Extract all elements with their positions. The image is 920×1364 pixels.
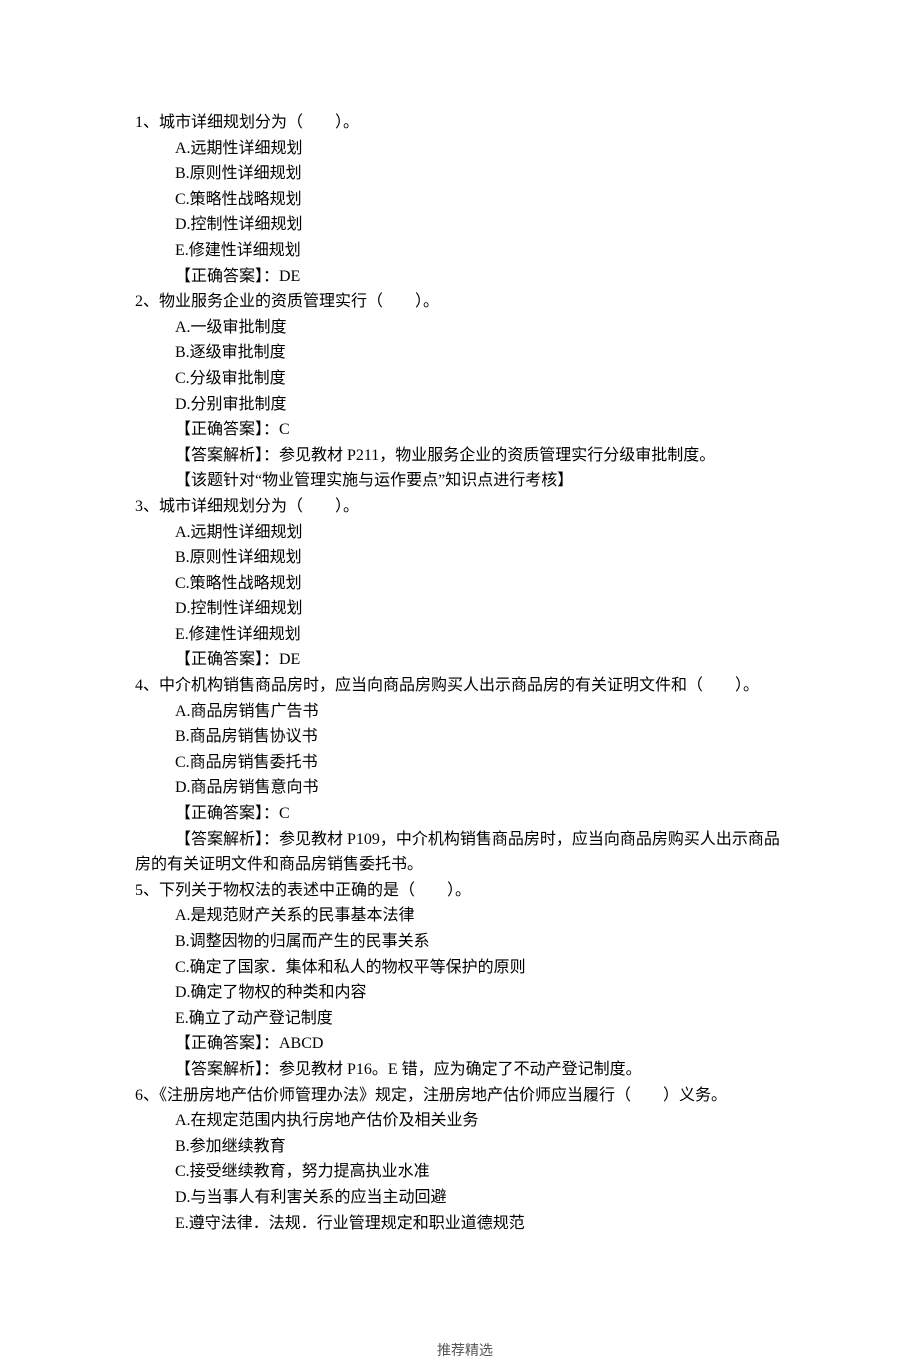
- option: D.控制性详细规划: [135, 596, 795, 622]
- question-number: 1: [135, 114, 143, 131]
- question-text: 《注册房地产估价师管理办法》规定，注册房地产估价师应当履行（ ）义务。: [159, 1087, 727, 1104]
- option: D.与当事人有利害关系的应当主动回避: [135, 1185, 795, 1211]
- answer-explanation: 【该题针对“物业管理实施与运作要点”知识点进行考核】: [135, 468, 795, 494]
- correct-answer: 【正确答案】：C: [135, 801, 795, 827]
- question-text: 城市详细规划分为（ ）。: [159, 114, 359, 131]
- option: A.在规定范围内执行房地产估价及相关业务: [135, 1108, 795, 1134]
- option: D.控制性详细规划: [135, 212, 795, 238]
- correct-answer: 【正确答案】：DE: [135, 647, 795, 673]
- option: C.分级审批制度: [135, 366, 795, 392]
- question-number: 5: [135, 882, 143, 899]
- option: B.参加继续教育: [135, 1134, 795, 1160]
- question-stem: 3、城市详细规划分为（ ）。: [135, 494, 795, 520]
- question-stem: 2、物业服务企业的资质管理实行（ ）。: [135, 289, 795, 315]
- option: A.是规范财产关系的民事基本法律: [135, 903, 795, 929]
- option: C.策略性战略规划: [135, 571, 795, 597]
- option: E.修建性详细规划: [135, 238, 795, 264]
- question-text: 中介机构销售商品房时，应当向商品房购买人出示商品房的有关证明文件和（ ）。: [159, 677, 759, 694]
- option: A.商品房销售广告书: [135, 699, 795, 725]
- option: E.遵守法律．法规．行业管理规定和职业道德规范: [135, 1211, 795, 1237]
- question-number: 4: [135, 677, 143, 694]
- question-text: 物业服务企业的资质管理实行（ ）。: [159, 293, 439, 310]
- option: D.确定了物权的种类和内容: [135, 980, 795, 1006]
- question-text: 城市详细规划分为（ ）。: [159, 498, 359, 515]
- answer-explanation: 【答案解析】：参见教材 P211，物业服务企业的资质管理实行分级审批制度。: [135, 443, 795, 469]
- option: A.一级审批制度: [135, 315, 795, 341]
- question-number: 3: [135, 498, 143, 515]
- question-number: 6: [135, 1087, 143, 1104]
- correct-answer: 【正确答案】：ABCD: [135, 1031, 795, 1057]
- page-content: 1、城市详细规划分为（ ）。 A.远期性详细规划 B.原则性详细规划 C.策略性…: [0, 0, 920, 1364]
- question-number: 2: [135, 293, 143, 310]
- option: C.商品房销售委托书: [135, 750, 795, 776]
- answer-explanation: 【答案解析】：参见教材 P16。E 错，应为确定了不动产登记制度。: [135, 1057, 795, 1083]
- option: E.修建性详细规划: [135, 622, 795, 648]
- correct-answer: 【正确答案】：C: [135, 417, 795, 443]
- question-stem: 5、下列关于物权法的表述中正确的是（ ）。: [135, 878, 795, 904]
- option: B.原则性详细规划: [135, 161, 795, 187]
- option: A.远期性详细规划: [135, 520, 795, 546]
- option: C.确定了国家．集体和私人的物权平等保护的原则: [135, 955, 795, 981]
- option: A.远期性详细规划: [135, 136, 795, 162]
- option: B.原则性详细规划: [135, 545, 795, 571]
- answer-explanation: 【答案解析】：参见教材 P109，中介机构销售商品房时，应当向商品房购买人出示商…: [135, 827, 795, 878]
- question-stem: 1、城市详细规划分为（ ）。: [135, 110, 795, 136]
- question-text: 下列关于物权法的表述中正确的是（ ）。: [159, 882, 471, 899]
- question-stem: 6、《注册房地产估价师管理办法》规定，注册房地产估价师应当履行（ ）义务。: [135, 1083, 795, 1109]
- option: E.确立了动产登记制度: [135, 1006, 795, 1032]
- option: C.策略性战略规划: [135, 187, 795, 213]
- option: B.商品房销售协议书: [135, 724, 795, 750]
- option: B.逐级审批制度: [135, 340, 795, 366]
- option: D.商品房销售意向书: [135, 775, 795, 801]
- correct-answer: 【正确答案】：DE: [135, 264, 795, 290]
- option: C.接受继续教育，努力提高执业水准: [135, 1159, 795, 1185]
- option: B.调整因物的归属而产生的民事关系: [135, 929, 795, 955]
- option: D.分别审批制度: [135, 392, 795, 418]
- question-stem: 4、中介机构销售商品房时，应当向商品房购买人出示商品房的有关证明文件和（ ）。: [135, 673, 795, 699]
- page-footer: 推荐精选: [135, 1341, 795, 1363]
